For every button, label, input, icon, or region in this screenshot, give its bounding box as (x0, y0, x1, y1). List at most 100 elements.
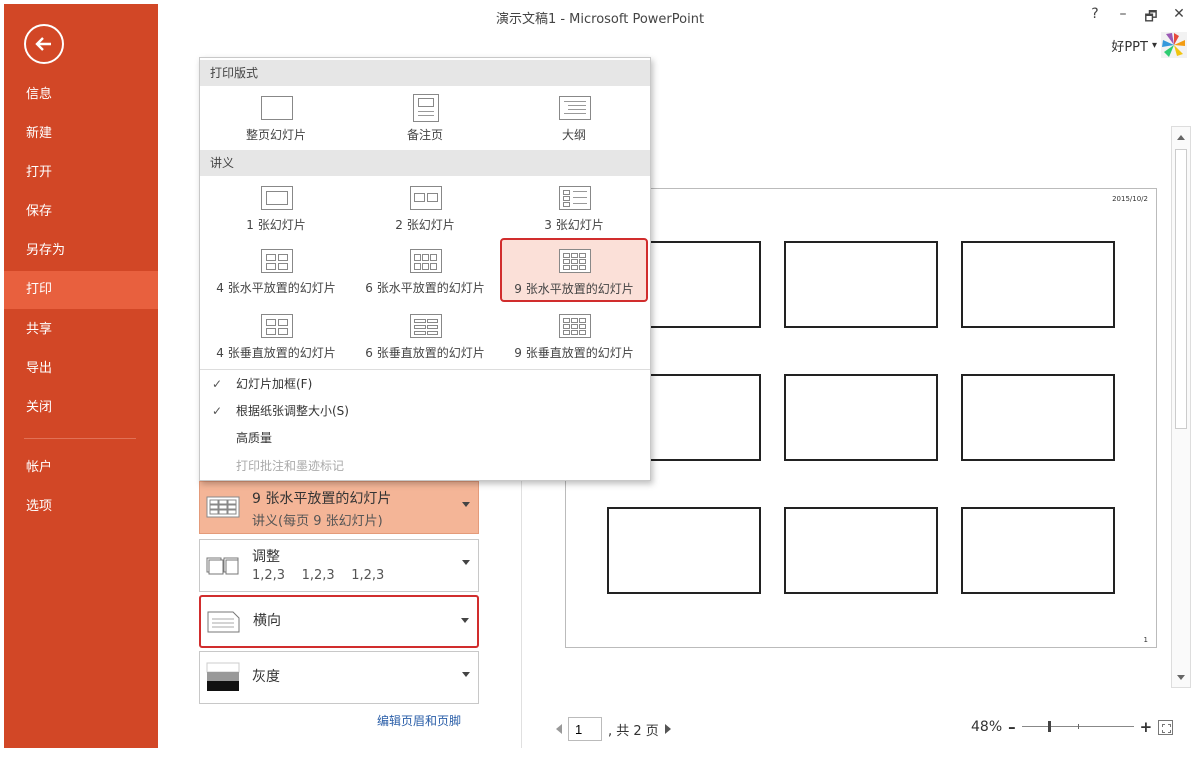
zoom-control: 48% – + (971, 718, 1174, 736)
dropdown-arrow-icon (462, 560, 470, 565)
handout-2-slides[interactable]: 2 张幻灯片 (351, 178, 499, 238)
slide-thumbnail (961, 507, 1115, 594)
nav-close[interactable]: 关闭 (4, 389, 158, 427)
help-button[interactable]: ? (1087, 6, 1103, 30)
outline-icon (559, 96, 591, 120)
handout-6v-icon (410, 314, 442, 338)
avatar (1161, 32, 1187, 58)
layout-notes-page[interactable]: 备注页 (351, 88, 499, 148)
option-frame-slides-label: 幻灯片加框(F) (236, 377, 313, 391)
window-title: 演示文稿1 - Microsoft PowerPoint (495, 12, 705, 27)
back-arrow-icon (35, 37, 51, 51)
slide-thumbnail (784, 507, 938, 594)
window-controls: ? – 🗗 ✕ (1087, 6, 1187, 30)
slide-thumbnail (961, 374, 1115, 461)
layout-outline[interactable]: 大纲 (500, 88, 648, 148)
scroll-thumb[interactable] (1175, 149, 1187, 429)
handout-4v-icon (261, 314, 293, 338)
restore-button[interactable]: 🗗 (1143, 6, 1159, 30)
option-scale-to-fit[interactable]: ✓ 根据纸张调整大小(S) (200, 398, 650, 424)
nav-save-as[interactable]: 另存为 (4, 232, 158, 270)
option-high-quality[interactable]: 高质量 (200, 425, 650, 451)
handout-6-horizontal[interactable]: 6 张水平放置的幻灯片 (351, 241, 499, 301)
collate-setting-subtitle: 1,2,3 1,2,3 1,2,3 (252, 568, 385, 583)
nav-options[interactable]: 选项 (4, 488, 158, 526)
scroll-up-icon (1177, 134, 1185, 140)
handout-9-vertical[interactable]: 9 张垂直放置的幻灯片 (500, 306, 648, 366)
handout-4-vertical[interactable]: 4 张垂直放置的幻灯片 (202, 306, 350, 366)
scroll-down-icon (1177, 674, 1185, 680)
slide-thumbnail (784, 374, 938, 461)
layout-setting-title: 9 张水平放置的幻灯片 (252, 491, 392, 507)
layout-setting-dropdown[interactable]: 9 张水平放置的幻灯片 讲义(每页 9 张幻灯片) (199, 481, 479, 534)
layout-setting-subtitle: 讲义(每页 9 张幻灯片) (252, 514, 383, 529)
close-button[interactable]: ✕ (1171, 6, 1187, 30)
handout-1-slide[interactable]: 1 张幻灯片 (202, 178, 350, 238)
collate-setting-title: 调整 (252, 549, 280, 565)
orientation-setting-title: 横向 (253, 613, 281, 629)
handout-3-label: 3 张幻灯片 (544, 218, 604, 232)
dropdown-arrow-icon (461, 618, 469, 623)
orientation-setting-dropdown[interactable]: 横向 (199, 595, 479, 648)
user-name: 好PPT (1111, 39, 1148, 55)
option-frame-slides[interactable]: ✓ 幻灯片加框(F) (200, 371, 650, 397)
option-print-comments-label: 打印批注和墨迹标记 (236, 459, 345, 473)
nav-save[interactable]: 保存 (4, 193, 158, 231)
scroll-down-button[interactable] (1172, 667, 1190, 687)
handout-6h-label: 6 张水平放置的幻灯片 (365, 281, 485, 295)
zoom-in-button[interactable]: + (1140, 718, 1153, 736)
current-page-input[interactable] (568, 717, 602, 741)
handout-2-icon (410, 186, 442, 210)
previous-page-icon[interactable] (556, 724, 562, 734)
handout-4h-icon (261, 249, 293, 273)
checkmark-icon: ✓ (212, 377, 223, 391)
collate-setting-dropdown[interactable]: 调整 1,2,3 1,2,3 1,2,3 (199, 539, 479, 592)
color-setting-dropdown[interactable]: 灰度 (199, 651, 479, 704)
zoom-slider[interactable] (1021, 720, 1134, 734)
nav-share[interactable]: 共享 (4, 311, 158, 349)
handout-2-label: 2 张幻灯片 (395, 218, 455, 232)
scroll-up-button[interactable] (1172, 127, 1190, 147)
preview-scrollbar[interactable] (1171, 126, 1191, 688)
slide-thumbnail (961, 241, 1115, 328)
zoom-out-button[interactable]: – (1008, 718, 1016, 736)
user-dropdown-icon: ▾ (1151, 39, 1157, 51)
zoom-level[interactable]: 48% (971, 719, 1002, 735)
next-page-icon[interactable] (664, 724, 671, 734)
minimize-button[interactable]: – (1115, 6, 1131, 30)
slide-thumbnail (607, 507, 761, 594)
nav-new[interactable]: 新建 (4, 115, 158, 153)
handout-6h-icon (410, 249, 442, 273)
print-layout-header: 打印版式 (200, 60, 650, 86)
popup-divider (200, 369, 650, 370)
dropdown-arrow-icon (462, 672, 470, 677)
nav-print[interactable]: 打印 (4, 271, 158, 309)
nav-account[interactable]: 帐户 (4, 449, 158, 487)
back-button[interactable] (24, 24, 64, 64)
handout-9h-label: 9 张水平放置的幻灯片 (514, 282, 634, 296)
print-layout-popup: 打印版式 整页幻灯片 备注页 大纲 讲义 1 张幻灯片 2 张幻灯片 3 张幻灯… (199, 57, 651, 481)
handout-4-horizontal[interactable]: 4 张水平放置的幻灯片 (202, 241, 350, 301)
edit-header-footer-link[interactable]: 编辑页眉和页脚 (377, 712, 461, 729)
checkmark-icon: ✓ (212, 404, 223, 418)
handout-6-vertical[interactable]: 6 张垂直放置的幻灯片 (351, 306, 499, 366)
fit-to-window-icon[interactable] (1158, 719, 1174, 735)
notes-page-icon (413, 94, 439, 122)
full-page-slide-icon (261, 96, 293, 120)
nav-open[interactable]: 打开 (4, 154, 158, 192)
layout-full-page[interactable]: 整页幻灯片 (202, 88, 350, 148)
dropdown-arrow-icon (462, 502, 470, 507)
handout-9h-icon (559, 249, 591, 273)
zoom-slider-knob[interactable] (1047, 721, 1051, 732)
page-date: 2015/10/2 (1112, 195, 1148, 203)
nav-info[interactable]: 信息 (4, 76, 158, 114)
user-account[interactable]: 好PPT ▾ (1111, 32, 1187, 58)
handout-3-slides[interactable]: 3 张幻灯片 (500, 178, 648, 238)
backstage-sidebar: 信息 新建 打开 保存 另存为 打印 共享 导出 关闭 帐户 选项 (4, 4, 158, 748)
handout-9-horizontal[interactable]: 9 张水平放置的幻灯片 (500, 238, 648, 302)
nine-slides-icon (206, 496, 240, 518)
layout-outline-label: 大纲 (561, 128, 586, 142)
handout-1-label: 1 张幻灯片 (246, 218, 306, 232)
nav-export[interactable]: 导出 (4, 350, 158, 388)
color-setting-title: 灰度 (252, 669, 280, 685)
